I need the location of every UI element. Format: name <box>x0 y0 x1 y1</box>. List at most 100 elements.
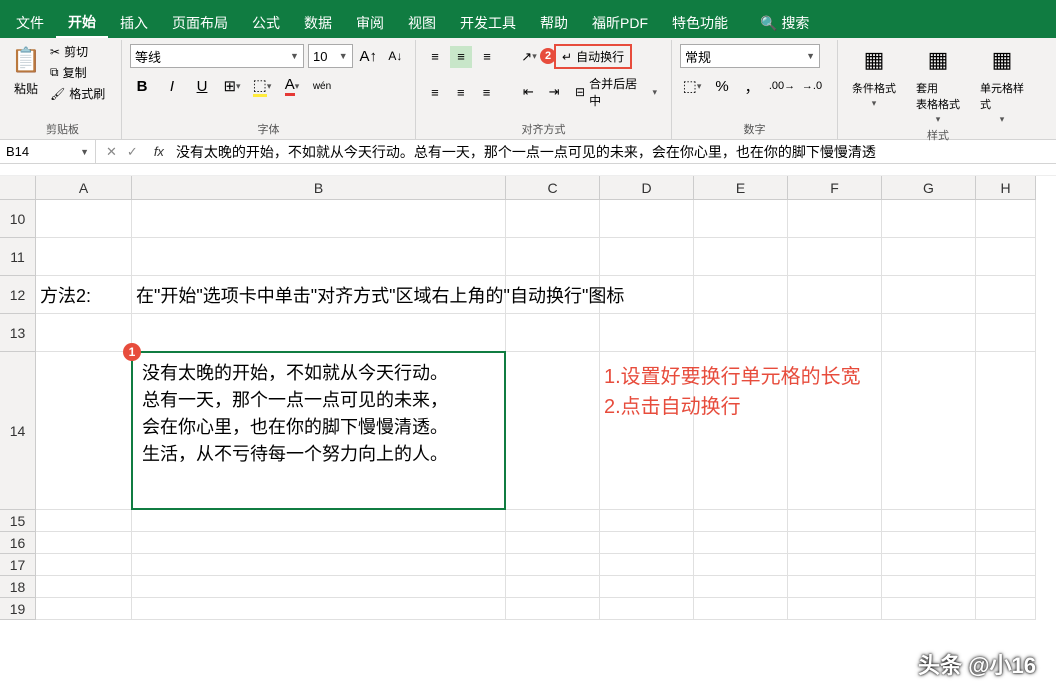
cell-E18[interactable] <box>694 576 788 598</box>
cell-A11[interactable] <box>36 238 132 276</box>
cell-A15[interactable] <box>36 510 132 532</box>
cell-C14[interactable] <box>506 352 600 510</box>
cell-G15[interactable] <box>882 510 976 532</box>
col-header-G[interactable]: G <box>882 176 976 200</box>
align-right-button[interactable]: ≡ <box>476 81 498 103</box>
cell-C17[interactable] <box>506 554 600 576</box>
row-header-17[interactable]: 17 <box>0 554 36 576</box>
cell-B18[interactable] <box>132 576 506 598</box>
row-header-18[interactable]: 18 <box>0 576 36 598</box>
cell-G18[interactable] <box>882 576 976 598</box>
cell-B17[interactable] <box>132 554 506 576</box>
cell-A17[interactable] <box>36 554 132 576</box>
cell-H15[interactable] <box>976 510 1036 532</box>
orientation-button[interactable]: ↗▾ <box>518 46 540 68</box>
cell-F12[interactable] <box>788 276 882 314</box>
format-table-button[interactable]: ▦ 套用 表格格式▾ <box>916 42 960 125</box>
cell-E17[interactable] <box>694 554 788 576</box>
col-header-A[interactable]: A <box>36 176 132 200</box>
cell-D17[interactable] <box>600 554 694 576</box>
font-color-button[interactable]: A▾ <box>280 74 304 98</box>
cell-A19[interactable] <box>36 598 132 620</box>
cell-A14[interactable] <box>36 352 132 510</box>
font-size-select[interactable]: 10▼ <box>308 44 353 68</box>
align-middle-button[interactable]: ≡ <box>450 46 472 68</box>
search-menu[interactable]: 🔍 搜索 <box>760 13 809 33</box>
row-header-10[interactable]: 10 <box>0 200 36 238</box>
col-header-H[interactable]: H <box>976 176 1036 200</box>
number-format-select[interactable]: 常规▼ <box>680 44 820 68</box>
cell-H11[interactable] <box>976 238 1036 276</box>
align-bottom-button[interactable]: ≡ <box>476 46 498 68</box>
cell-F17[interactable] <box>788 554 882 576</box>
cell-E16[interactable] <box>694 532 788 554</box>
cell-H12[interactable] <box>976 276 1036 314</box>
border-button[interactable]: ⊞▾ <box>220 74 244 98</box>
percent-button[interactable]: % <box>710 74 734 98</box>
menu-file[interactable]: 文件 <box>4 9 56 37</box>
increase-indent-button[interactable]: ⇥ <box>543 81 565 103</box>
comma-button[interactable]: ， <box>740 74 764 98</box>
cell-C15[interactable] <box>506 510 600 532</box>
confirm-formula-icon[interactable]: ✓ <box>127 144 138 160</box>
cell-G12[interactable] <box>882 276 976 314</box>
cell-D11[interactable] <box>600 238 694 276</box>
cell-A13[interactable] <box>36 314 132 352</box>
cut-button[interactable]: ✂剪切 <box>46 42 109 61</box>
menu-view[interactable]: 视图 <box>396 9 448 37</box>
menu-help[interactable]: 帮助 <box>528 9 580 37</box>
cell-D10[interactable] <box>600 200 694 238</box>
cell-G10[interactable] <box>882 200 976 238</box>
align-center-button[interactable]: ≡ <box>450 81 472 103</box>
cell-H17[interactable] <box>976 554 1036 576</box>
menu-formulas[interactable]: 公式 <box>240 9 292 37</box>
bold-button[interactable]: B <box>130 74 154 98</box>
name-box[interactable]: B14▼ <box>0 140 96 163</box>
menu-page-layout[interactable]: 页面布局 <box>160 9 240 37</box>
cell-E19[interactable] <box>694 598 788 620</box>
menu-pdf[interactable]: 福昕PDF <box>580 9 660 37</box>
cell-H16[interactable] <box>976 532 1036 554</box>
cell-D19[interactable] <box>600 598 694 620</box>
underline-button[interactable]: U <box>190 74 214 98</box>
align-top-button[interactable]: ≡ <box>424 46 446 68</box>
paste-icon[interactable]: 📋 <box>10 42 42 78</box>
cell-F18[interactable] <box>788 576 882 598</box>
cell-F19[interactable] <box>788 598 882 620</box>
cell-C10[interactable] <box>506 200 600 238</box>
align-left-button[interactable]: ≡ <box>424 81 446 103</box>
menu-insert[interactable]: 插入 <box>108 9 160 37</box>
cell-E15[interactable] <box>694 510 788 532</box>
cell-styles-button[interactable]: ▦ 单元格样式▾ <box>980 42 1024 125</box>
cell-A16[interactable] <box>36 532 132 554</box>
format-painter-button[interactable]: 🖌格式刷 <box>46 84 109 103</box>
row-header-14[interactable]: 14 <box>0 352 36 510</box>
cell-G19[interactable] <box>882 598 976 620</box>
cell-F13[interactable] <box>788 314 882 352</box>
conditional-format-button[interactable]: ▦ 条件格式▾ <box>852 42 896 125</box>
cell-C11[interactable] <box>506 238 600 276</box>
menu-home[interactable]: 开始 <box>56 8 108 38</box>
cell-C18[interactable] <box>506 576 600 598</box>
col-header-E[interactable]: E <box>694 176 788 200</box>
increase-decimal-button[interactable]: .00→ <box>770 74 794 98</box>
cell-H10[interactable] <box>976 200 1036 238</box>
cell-C19[interactable] <box>506 598 600 620</box>
cell-B13[interactable] <box>132 314 506 352</box>
cell-A12[interactable]: 方法2: <box>36 276 132 314</box>
cell-D18[interactable] <box>600 576 694 598</box>
row-header-11[interactable]: 11 <box>0 238 36 276</box>
col-header-F[interactable]: F <box>788 176 882 200</box>
cell-D13[interactable] <box>600 314 694 352</box>
cell-B16[interactable] <box>132 532 506 554</box>
row-header-12[interactable]: 12 <box>0 276 36 314</box>
cancel-formula-icon[interactable]: ✕ <box>106 144 117 160</box>
row-header-16[interactable]: 16 <box>0 532 36 554</box>
cell-B19[interactable] <box>132 598 506 620</box>
cell-B12[interactable]: 在"开始"选项卡中单击"对齐方式"区域右上角的"自动换行"图标 <box>132 276 506 314</box>
cell-A18[interactable] <box>36 576 132 598</box>
decrease-indent-button[interactable]: ⇤ <box>517 81 539 103</box>
cell-F11[interactable] <box>788 238 882 276</box>
cell-E13[interactable] <box>694 314 788 352</box>
cell-G16[interactable] <box>882 532 976 554</box>
